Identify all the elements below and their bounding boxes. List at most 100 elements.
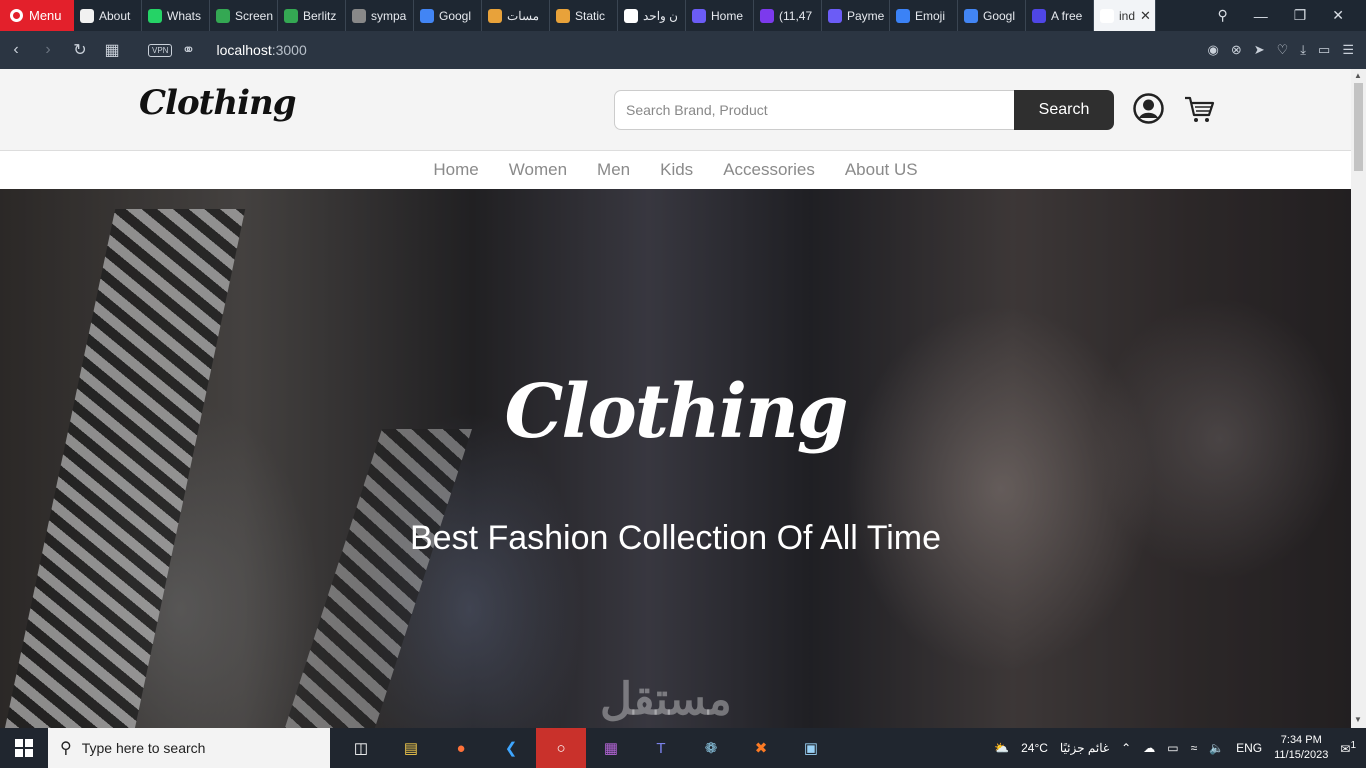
firefox-icon[interactable]: ● (436, 728, 486, 768)
close-window-icon[interactable]: ✕ (1332, 7, 1344, 24)
browser-tab[interactable]: Static (550, 0, 618, 31)
search-icon: ⚲ (60, 740, 72, 757)
tab-label: Static (575, 8, 606, 23)
winrar-icon[interactable]: ▦ (586, 728, 636, 768)
tab-favicon-icon (420, 8, 434, 23)
browser-tab[interactable]: ind ✕ (1094, 0, 1156, 31)
browser-tab[interactable]: مسات (482, 0, 550, 31)
weather-text[interactable]: غائم جزئيًا (1060, 741, 1109, 755)
vpn-badge[interactable]: VPN (148, 43, 173, 57)
weather-temp[interactable]: 24°C (1021, 741, 1048, 755)
restore-icon[interactable]: ❐ (1294, 7, 1307, 24)
browser-tab[interactable]: A free (1026, 0, 1094, 31)
tab-favicon-icon (828, 8, 842, 23)
easy-setup-icon[interactable]: ☰ (1342, 42, 1354, 58)
speed-dial-icon[interactable]: ▦ (96, 40, 128, 60)
nav-link-women[interactable]: Women (509, 160, 567, 180)
taskbar-search[interactable]: ⚲ Type here to search (48, 728, 330, 768)
battery-icon[interactable]: ▭ (1167, 741, 1178, 755)
taskbar-apps: ◫ ▤ ● ❮ ○ ▦ T ❁ ✖ ▣ (336, 728, 836, 768)
site-nav: Home Women Men Kids Accessories About US (0, 151, 1351, 189)
url-field[interactable]: localhost:3000 (216, 42, 306, 58)
browser-tab[interactable]: Payme (822, 0, 890, 31)
xampp-icon[interactable]: ✖ (736, 728, 786, 768)
download-icon[interactable]: ⤓ (1300, 42, 1306, 58)
watermark: مستقل (600, 675, 732, 724)
tab-label: About (99, 8, 131, 23)
windows-taskbar: ⚲ Type here to search ◫ ▤ ● ❮ ○ ▦ T ❁ ✖ … (0, 728, 1366, 768)
minimize-icon[interactable]: — (1254, 8, 1268, 24)
send-icon[interactable]: ➤ (1254, 42, 1265, 58)
battery-saver-icon[interactable]: ▭ (1318, 42, 1330, 58)
hero-logo: Clothing (504, 369, 848, 455)
browser-tab[interactable]: Berlitz (278, 0, 346, 31)
tab-favicon-icon (896, 8, 910, 23)
tab-favicon-icon (556, 8, 570, 23)
user-account-icon[interactable] (1133, 93, 1164, 124)
opera-icon[interactable]: ○ (536, 728, 586, 768)
system-tray: ⛅ 24°C غائم جزئيًا ⌃ ☁ ▭ ≈ 🔈 ENG 7:34 PM… (994, 733, 1366, 763)
volume-icon[interactable]: 🔈 (1209, 741, 1224, 755)
task-view-icon[interactable]: ◫ (336, 728, 386, 768)
nav-link-accessories[interactable]: Accessories (723, 160, 815, 180)
browser-tabs: About Whats Screen Berlitz sympa Googl مسات Sta… (74, 0, 1156, 31)
tab-label: Home (711, 8, 744, 23)
browser-menu-button[interactable]: Menu (0, 0, 74, 31)
browser-tab[interactable]: ن واحد (618, 0, 686, 31)
browser-tab[interactable]: sympa (346, 0, 414, 31)
heart-icon[interactable]: ♡ (1277, 42, 1289, 58)
page-scrollbar[interactable]: ▲ ▼ (1351, 69, 1366, 728)
nav-link-men[interactable]: Men (597, 160, 630, 180)
taskbar-clock[interactable]: 7:34 PM 11/15/2023 (1274, 733, 1328, 763)
search-tabs-icon[interactable]: ⚲ (1217, 7, 1227, 24)
nav-link-home[interactable]: Home (433, 160, 478, 180)
wifi-icon[interactable]: ≈ (1191, 741, 1198, 755)
browser-tab[interactable]: Home (686, 0, 754, 31)
file-explorer-icon[interactable]: ▤ (386, 728, 436, 768)
paint-icon[interactable]: ❁ (686, 728, 736, 768)
language-indicator[interactable]: ENG (1236, 741, 1262, 755)
tab-label: Googl (439, 8, 472, 23)
nav-link-about-us[interactable]: About US (845, 160, 918, 180)
reload-icon[interactable]: ↻ (64, 40, 96, 60)
forward-icon[interactable]: › (32, 41, 64, 59)
close-tab-icon[interactable]: ✕ (1140, 8, 1151, 24)
site-logo[interactable]: Clothing (139, 83, 296, 123)
shopping-cart-icon[interactable] (1183, 95, 1215, 123)
back-icon[interactable]: ‹ (0, 41, 32, 59)
tab-favicon-icon (624, 8, 638, 23)
tab-favicon-icon (760, 8, 774, 23)
tab-favicon-icon (1100, 8, 1114, 23)
scroll-up-icon[interactable]: ▲ (1354, 71, 1362, 80)
browser-tab[interactable]: Whats (142, 0, 210, 31)
browser-tab[interactable]: Googl (958, 0, 1026, 31)
search-input[interactable] (614, 90, 1014, 130)
camera-icon[interactable]: ◉ (1207, 42, 1218, 58)
tab-favicon-icon (284, 8, 298, 23)
browser-tab[interactable]: Screen (210, 0, 278, 31)
browser-tab[interactable]: Emoji (890, 0, 958, 31)
vscode-icon[interactable]: ❮ (486, 728, 536, 768)
show-hidden-icons-icon[interactable]: ⌃ (1121, 741, 1131, 755)
scrollbar-thumb[interactable] (1354, 83, 1363, 171)
image-viewer-icon[interactable]: ▣ (786, 728, 836, 768)
scroll-down-icon[interactable]: ▼ (1354, 715, 1362, 724)
weather-icon[interactable]: ⛅ (994, 741, 1009, 755)
tab-label: ind (1119, 8, 1136, 23)
cloud-icon[interactable]: ☁ (1143, 741, 1155, 755)
nav-link-kids[interactable]: Kids (660, 160, 693, 180)
browser-menu-label: Menu (29, 8, 62, 23)
tab-label: sympa (371, 8, 407, 23)
teams-icon[interactable]: T (636, 728, 686, 768)
browser-tab[interactable]: (11,47 (754, 0, 822, 31)
tab-favicon-icon (692, 8, 706, 23)
search-button[interactable]: Search (1014, 90, 1114, 130)
hero-tagline: Best Fashion Collection Of All Time (409, 519, 941, 557)
notifications-icon[interactable]: ✉1 (1340, 740, 1356, 756)
start-button[interactable] (0, 739, 48, 757)
browser-tab[interactable]: Googl (414, 0, 482, 31)
browser-tab[interactable]: About (74, 0, 142, 31)
site-search: Search (614, 90, 1114, 130)
block-icon[interactable]: ⊗ (1231, 42, 1242, 58)
windows-logo-icon (15, 739, 33, 757)
